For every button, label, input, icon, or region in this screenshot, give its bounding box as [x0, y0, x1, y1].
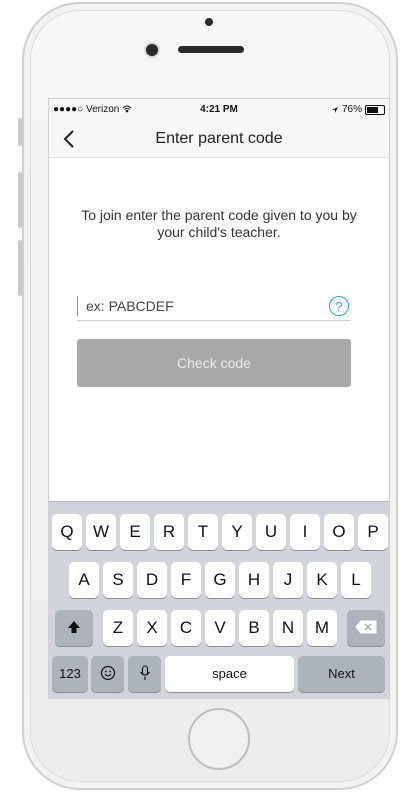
- keyboard-row-1: QWERTYUIOP: [49, 514, 389, 552]
- key-z[interactable]: Z: [103, 610, 133, 646]
- instructions-text: To join enter the parent code given to y…: [81, 207, 357, 240]
- key-w[interactable]: W: [86, 514, 116, 550]
- battery-icon: [365, 104, 385, 115]
- volume-up-button: [18, 172, 22, 228]
- navigation-bar: Enter parent code: [49, 121, 389, 158]
- status-right: 76%: [331, 104, 385, 115]
- key-n[interactable]: N: [273, 610, 303, 646]
- microphone-key[interactable]: [128, 656, 161, 692]
- mute-switch: [18, 118, 22, 146]
- shift-icon: [68, 621, 80, 633]
- space-key[interactable]: space: [165, 656, 294, 692]
- emoji-icon: [100, 665, 115, 681]
- key-j[interactable]: J: [273, 562, 303, 598]
- keyboard: QWERTYUIOP ASDFGHJKL ZXCVBNM 123 space N…: [49, 501, 389, 698]
- parent-code-field: ?: [77, 294, 351, 321]
- key-y[interactable]: Y: [222, 514, 252, 550]
- key-v[interactable]: V: [205, 610, 235, 646]
- key-f[interactable]: F: [171, 562, 201, 598]
- question-circle-icon[interactable]: ?: [329, 296, 349, 316]
- key-r[interactable]: R: [154, 514, 184, 550]
- earpiece-speaker: [178, 46, 244, 53]
- backspace-icon: [355, 620, 377, 634]
- parent-code-input[interactable]: [77, 296, 316, 316]
- delete-key[interactable]: [347, 610, 385, 646]
- key-m[interactable]: M: [307, 610, 337, 646]
- key-e[interactable]: E: [120, 514, 150, 550]
- phone-screen: ●●●●○ Verizon 4:21 PM 76% Enter parent c…: [48, 98, 390, 699]
- key-c[interactable]: C: [171, 610, 201, 646]
- key-h[interactable]: H: [239, 562, 269, 598]
- keyboard-row-4: 123 space Next: [49, 656, 389, 694]
- microphone-icon: [139, 665, 150, 680]
- numbers-key[interactable]: 123: [52, 656, 88, 692]
- key-k[interactable]: K: [307, 562, 337, 598]
- key-x[interactable]: X: [137, 610, 167, 646]
- key-s[interactable]: S: [103, 562, 133, 598]
- page-title: Enter parent code: [155, 130, 283, 147]
- home-button[interactable]: [188, 708, 250, 770]
- key-a[interactable]: A: [69, 562, 99, 598]
- key-q[interactable]: Q: [52, 514, 82, 550]
- key-t[interactable]: T: [188, 514, 218, 550]
- keyboard-row-3: ZXCVBNM: [49, 610, 389, 648]
- proximity-sensor: [205, 18, 213, 26]
- next-key[interactable]: Next: [298, 656, 385, 692]
- volume-down-button: [18, 240, 22, 296]
- key-g[interactable]: G: [205, 562, 235, 598]
- check-code-button[interactable]: Check code: [77, 339, 351, 387]
- emoji-key[interactable]: [91, 656, 124, 692]
- key-l[interactable]: L: [341, 562, 371, 598]
- battery-percent: 76%: [341, 104, 362, 115]
- key-u[interactable]: U: [256, 514, 286, 550]
- key-p[interactable]: P: [358, 514, 388, 550]
- key-b[interactable]: B: [239, 610, 269, 646]
- shift-key[interactable]: [55, 610, 93, 646]
- key-i[interactable]: I: [290, 514, 320, 550]
- keyboard-row-2: ASDFGHJKL: [49, 562, 389, 600]
- location-arrow-icon: [331, 106, 338, 113]
- key-d[interactable]: D: [137, 562, 167, 598]
- key-o[interactable]: O: [324, 514, 354, 550]
- front-camera: [146, 44, 158, 56]
- status-bar: ●●●●○ Verizon 4:21 PM 76%: [49, 99, 389, 121]
